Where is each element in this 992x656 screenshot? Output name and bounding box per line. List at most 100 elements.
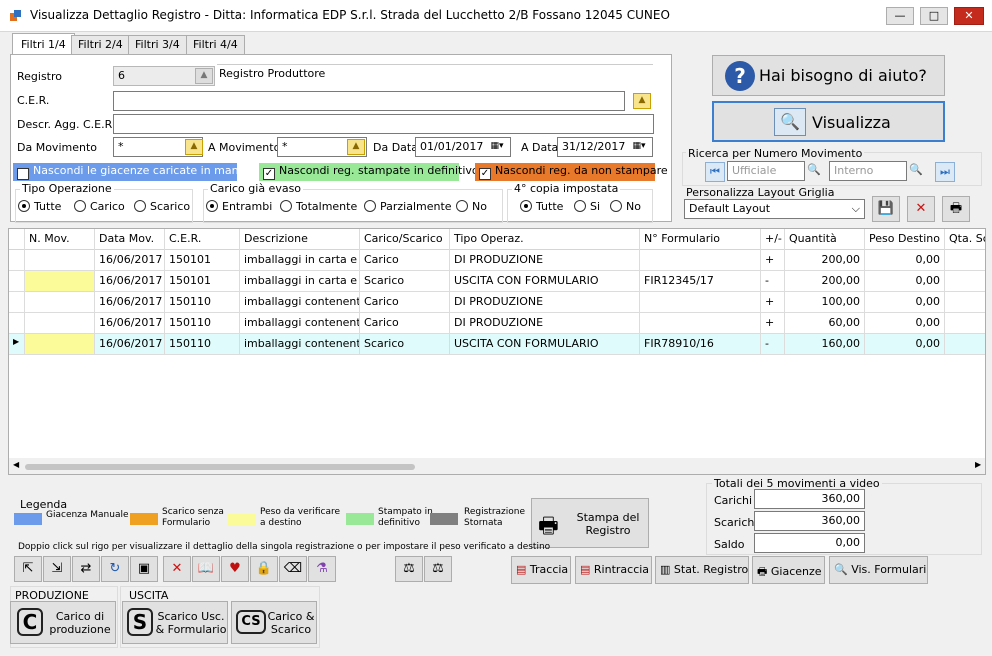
col-quantita[interactable]: Quantità	[785, 229, 865, 250]
checkbox-icon[interactable]: ✓	[479, 168, 491, 180]
radio-copia-tutte[interactable]: Tutte	[520, 200, 563, 213]
radio-no[interactable]: No	[456, 200, 487, 213]
cer-search-icon[interactable]: ▲	[633, 93, 651, 109]
close-button[interactable]: ✕	[954, 7, 984, 25]
stampa-registro-button[interactable]: 🖶 Stampa del Registro	[531, 498, 649, 548]
saldo-label: Saldo	[714, 538, 745, 551]
rintraccia-button[interactable]: ▤ Rintraccia	[575, 556, 652, 584]
first-record-icon[interactable]: ⏮	[705, 162, 725, 182]
cell-formulario: FIR12345/17	[640, 271, 761, 292]
print-layout-icon[interactable]: 🖶	[942, 196, 970, 222]
row-indicator	[9, 292, 25, 313]
radio-scarico[interactable]: Scarico	[134, 200, 190, 213]
scarico-uscita-button[interactable]: S Scarico Usc. & Formulario	[122, 601, 228, 644]
radio-icon[interactable]	[206, 200, 218, 212]
delete-icon[interactable]: ✕	[163, 556, 191, 582]
radio-icon[interactable]	[18, 200, 30, 212]
refresh-icon[interactable]: ↻	[101, 556, 129, 582]
col-tipo-operaz[interactable]: Tipo Operaz.	[450, 229, 640, 250]
radio-icon[interactable]	[74, 200, 86, 212]
flask-icon[interactable]: ⚗	[308, 556, 336, 582]
a-data-calendar-icon[interactable]: ▦▾	[627, 138, 651, 156]
search-interno-icon[interactable]: 🔍	[909, 163, 927, 181]
save-layout-icon[interactable]: 💾	[872, 196, 900, 222]
radio-icon[interactable]	[280, 200, 292, 212]
radio-entrambi[interactable]: Entrambi	[206, 200, 272, 213]
minimize-button[interactable]: —	[886, 7, 914, 25]
scroll-right-icon[interactable]: ▶	[975, 460, 981, 469]
col-descrizione[interactable]: Descrizione	[240, 229, 360, 250]
radio-icon[interactable]	[520, 200, 532, 212]
da-movimento-search-icon[interactable]: ▲	[185, 139, 203, 155]
scrollbar-thumb[interactable]	[25, 464, 415, 470]
delete-layout-icon[interactable]: ✕	[907, 196, 935, 222]
traccia-button[interactable]: ▤ Traccia	[511, 556, 571, 584]
table-row[interactable]: 16/06/2017 150101 imballaggi in carta e …	[9, 271, 985, 292]
horizontal-scrollbar[interactable]: ◀ ▶	[9, 458, 985, 474]
checkbox-icon[interactable]: ✓	[17, 168, 29, 180]
radio-icon[interactable]	[610, 200, 622, 212]
vis-formulari-button[interactable]: 🔍 Vis. Formulari	[829, 556, 928, 584]
registro-search-icon[interactable]: ▲	[195, 68, 213, 84]
weight-icon[interactable]: ⚖	[395, 556, 423, 582]
last-record-icon[interactable]: ⏭	[935, 162, 955, 182]
col-qta-sc[interactable]: Qta. Sc	[945, 229, 985, 250]
table-row[interactable]: 16/06/2017 150101 imballaggi in carta e …	[9, 250, 985, 271]
chk-non-stampare[interactable]: ✓ Nascondi reg. da non stampare	[475, 163, 668, 181]
giacenze-button[interactable]: 🖶 Giacenze	[752, 556, 825, 584]
book-icon[interactable]: 📖	[192, 556, 220, 582]
carico-scarico-button[interactable]: CS Carico & Scarico	[231, 601, 317, 644]
scroll-left-icon[interactable]: ◀	[13, 460, 19, 469]
document-icon[interactable]: ▣	[130, 556, 158, 582]
checkbox-icon[interactable]: ✓	[263, 168, 275, 180]
swap-icon[interactable]: ⇄	[72, 556, 100, 582]
tab-filtri-1[interactable]: Filtri 1/4	[12, 33, 75, 55]
move-up-icon[interactable]: ⇱	[14, 556, 42, 582]
tab-filtri-2[interactable]: Filtri 2/4	[71, 35, 130, 54]
radio-carico[interactable]: Carico	[74, 200, 125, 213]
col-peso-destino[interactable]: Peso Destino	[865, 229, 945, 250]
col-data[interactable]: Data Mov.	[95, 229, 165, 250]
radio-tutte[interactable]: Tutte	[18, 200, 61, 213]
col-formulario[interactable]: N° Formulario	[640, 229, 761, 250]
interno-input[interactable]: Interno	[829, 161, 907, 181]
radio-totalmente[interactable]: Totalmente	[280, 200, 357, 213]
radio-copia-si[interactable]: Si	[574, 200, 600, 213]
layout-select[interactable]: Default Layout ⌵	[684, 199, 865, 219]
chk-stampate-definitivo[interactable]: ✓ Nascondi reg. stampate in definitivo	[259, 163, 479, 181]
radio-parzialmente[interactable]: Parzialmente	[364, 200, 452, 213]
visualizza-button[interactable]: 🔍 Visualizza	[712, 101, 945, 142]
tab-filtri-3[interactable]: Filtri 3/4	[128, 35, 187, 54]
records-grid[interactable]: N. Mov. Data Mov. C.E.R. Descrizione Car…	[8, 228, 986, 475]
stat-registro-button[interactable]: ▥ Stat. Registro	[655, 556, 749, 584]
maximize-button[interactable]: □	[920, 7, 948, 25]
tipo-operazione-group: Tipo Operazione Tutte Carico Scarico	[15, 182, 193, 223]
radio-icon[interactable]	[574, 200, 586, 212]
tab-filtri-4[interactable]: Filtri 4/4	[186, 35, 245, 54]
heart-icon[interactable]: ♥	[221, 556, 249, 582]
eraser-icon[interactable]: ⌫	[279, 556, 307, 582]
col-cer[interactable]: C.E.R.	[165, 229, 240, 250]
table-row[interactable]: 16/06/2017 150110 imballaggi contenenti.…	[9, 292, 985, 313]
col-carico-scarico[interactable]: Carico/Scarico	[360, 229, 450, 250]
carico-produzione-button[interactable]: C Carico di produzione	[10, 601, 116, 644]
move-down-icon[interactable]: ⇲	[43, 556, 71, 582]
col-segno[interactable]: +/-	[761, 229, 785, 250]
table-row[interactable]: 16/06/2017 150110 imballaggi contenenti.…	[9, 313, 985, 334]
radio-icon[interactable]	[134, 200, 146, 212]
table-row-selected[interactable]: ▶ 16/06/2017 150110 imballaggi contenent…	[9, 334, 985, 355]
lock-icon[interactable]: 🔒	[250, 556, 278, 582]
radio-icon[interactable]	[456, 200, 468, 212]
chk-giacenze-manuale[interactable]: ✓ Nascondi le giacenze caricate in manual…	[13, 163, 262, 181]
radio-copia-no[interactable]: No	[610, 200, 641, 213]
da-data-calendar-icon[interactable]: ▦▾	[485, 138, 509, 156]
a-movimento-search-icon[interactable]: ▲	[347, 139, 365, 155]
scale-icon[interactable]: ⚖	[424, 556, 452, 582]
help-button[interactable]: ? Hai bisogno di aiuto?	[712, 55, 945, 96]
descr-agg-cer-field[interactable]	[113, 114, 654, 134]
radio-icon[interactable]	[364, 200, 376, 212]
col-nmov[interactable]: N. Mov.	[25, 229, 95, 250]
search-ufficiale-icon[interactable]: 🔍	[807, 163, 825, 181]
ufficiale-input[interactable]: Ufficiale	[727, 161, 805, 181]
cer-field[interactable]	[113, 91, 625, 111]
